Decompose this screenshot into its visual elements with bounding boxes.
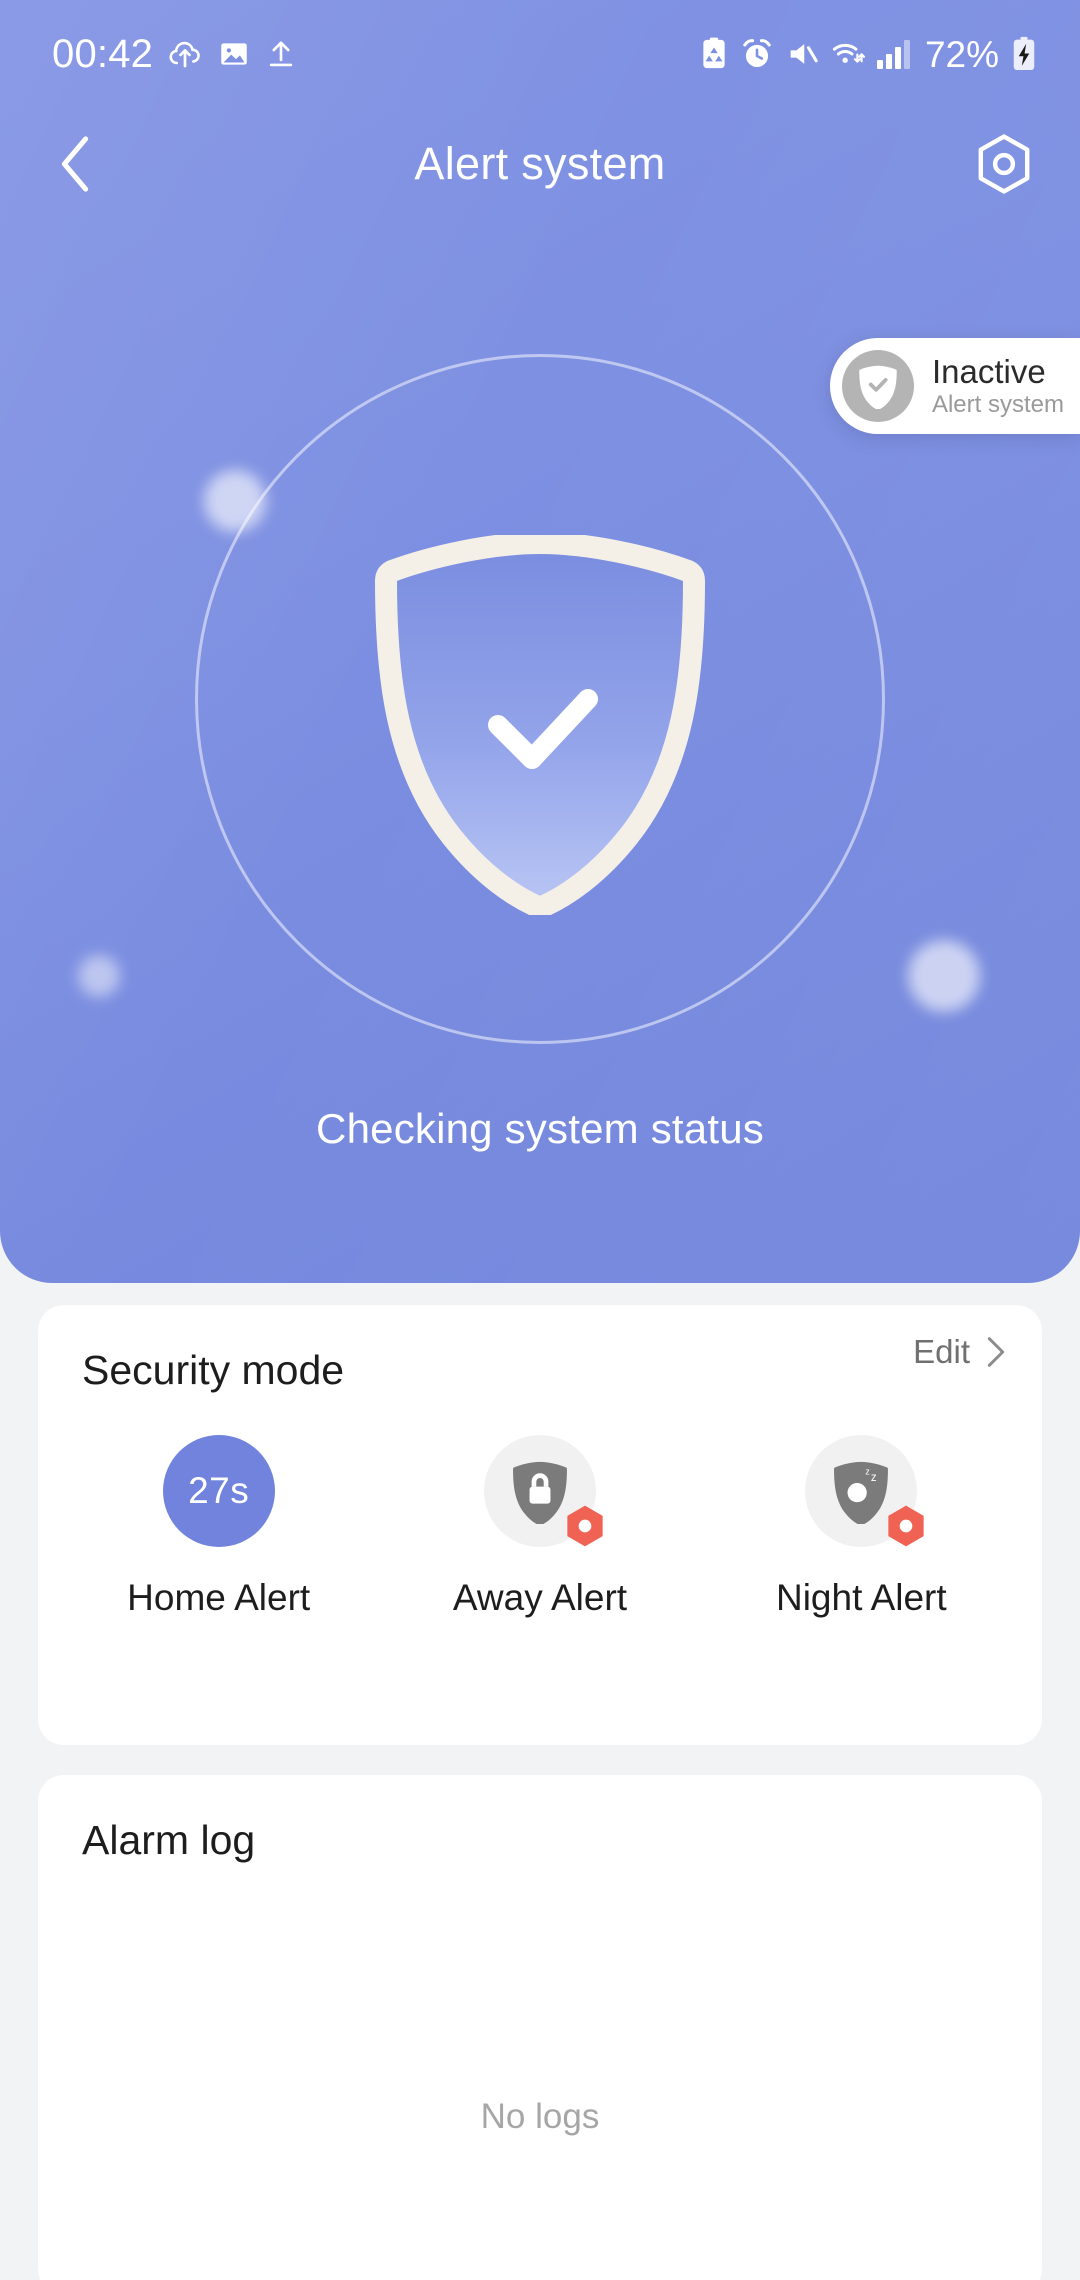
mode-label: Away Alert — [452, 1577, 628, 1618]
security-mode-away[interactable]: Away Alert — [379, 1435, 700, 1619]
mode-label: Night Alert — [775, 1577, 947, 1618]
svg-text:z: z — [871, 1472, 877, 1484]
mode-label: Home Alert — [127, 1577, 311, 1618]
toast-icon-circle — [841, 350, 914, 422]
status-toast[interactable]: Inactive Alert system — [829, 338, 1080, 434]
system-status-text: Checking system status — [316, 1105, 764, 1152]
battery-saver-icon — [703, 37, 725, 69]
svg-text:z: z — [866, 1467, 870, 1477]
mode-icon-wrap: z z — [805, 1435, 924, 1547]
alarm-log-title: Alarm log — [82, 1816, 256, 1863]
shield-graphic — [370, 532, 710, 919]
page-title: Alert system — [414, 138, 666, 189]
upload-arrow-icon — [269, 41, 293, 67]
battery-charging-icon — [1013, 36, 1035, 71]
edit-security-mode-button[interactable]: Edit — [913, 1333, 1006, 1371]
security-mode-list: 27s Home Alert Away Alert z z Night Aler… — [38, 1435, 1042, 1619]
shield-check-icon — [375, 532, 705, 919]
settings-button[interactable] — [960, 120, 1048, 208]
cloud-upload-icon — [169, 41, 200, 68]
app-header: Alert system — [0, 108, 1080, 220]
security-mode-home[interactable]: 27s Home Alert — [58, 1435, 379, 1619]
chevron-right-icon — [987, 1337, 1005, 1367]
alarm-clock-icon — [743, 39, 771, 68]
toast-title: Inactive — [931, 352, 1046, 390]
decorative-dot — [204, 470, 266, 532]
alert-badge-icon — [888, 1505, 924, 1547]
status-bar-left: 00:42 — [52, 34, 297, 74]
security-mode-card: Security mode Edit 27s Home Alert Away A… — [38, 1305, 1042, 1745]
shield-check-icon — [859, 365, 897, 409]
security-mode-night[interactable]: z z Night Alert — [701, 1435, 1022, 1619]
decorative-dot — [78, 955, 120, 997]
wifi-icon — [832, 43, 866, 63]
alert-badge-icon — [567, 1505, 603, 1547]
hexagon-settings-icon — [978, 134, 1030, 194]
mode-icon-wrap: 27s — [162, 1435, 275, 1547]
toast-text: Inactive Alert system — [931, 352, 1064, 419]
alarm-log-header: Alarm log — [38, 1775, 1042, 1905]
security-mode-title: Security mode — [82, 1346, 345, 1393]
toast-subtitle: Alert system — [931, 390, 1064, 418]
alert-system-screen: Checking system status 00:42 72% Alert s… — [0, 0, 1080, 2280]
image-icon — [221, 43, 247, 65]
battery-percent-label: 72% — [924, 33, 999, 75]
status-bar: 00:42 72% — [0, 0, 1080, 108]
mode-icon-wrap — [483, 1435, 603, 1547]
alarm-log-card: Alarm log No logs — [38, 1775, 1042, 2280]
mute-icon — [790, 44, 818, 64]
status-bar-right: 72% — [699, 36, 1038, 73]
status-bar-clock: 00:42 — [52, 32, 154, 76]
security-mode-header: Security mode Edit — [38, 1305, 1042, 1435]
decorative-dot — [908, 940, 980, 1012]
edit-label: Edit — [913, 1333, 970, 1370]
signal-bars-icon — [876, 39, 910, 69]
mode-circle: 27s — [162, 1435, 275, 1547]
countdown-label: 27s — [188, 1470, 250, 1511]
alarm-log-empty-text: No logs — [480, 2097, 600, 2136]
